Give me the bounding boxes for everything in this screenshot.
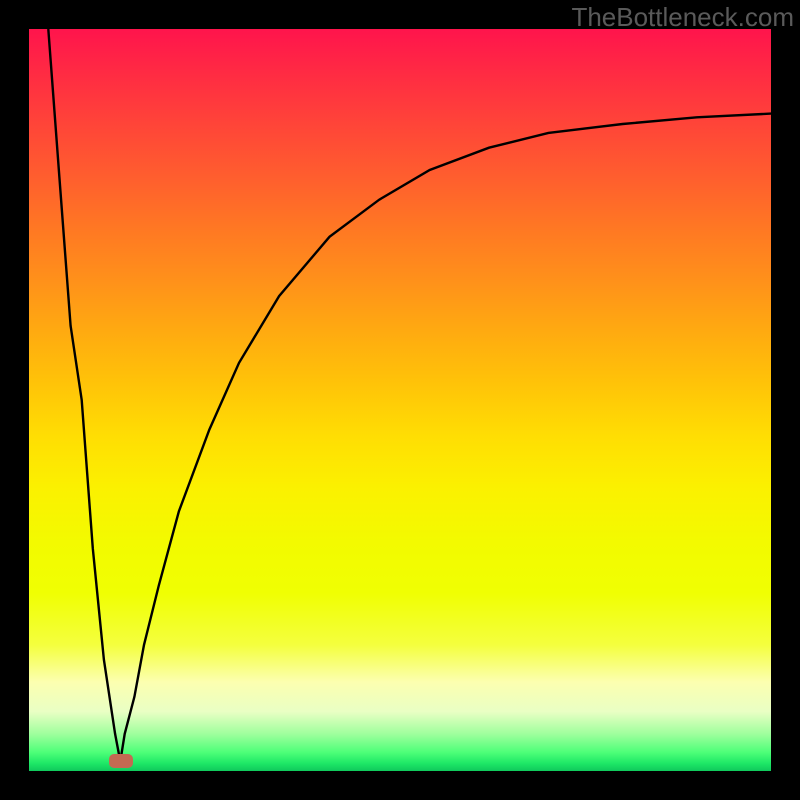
bottleneck-curve (29, 29, 771, 771)
chart-container: TheBottleneck.com (0, 0, 800, 800)
optimal-point-marker (109, 754, 133, 768)
watermark-text: TheBottleneck.com (571, 2, 794, 33)
